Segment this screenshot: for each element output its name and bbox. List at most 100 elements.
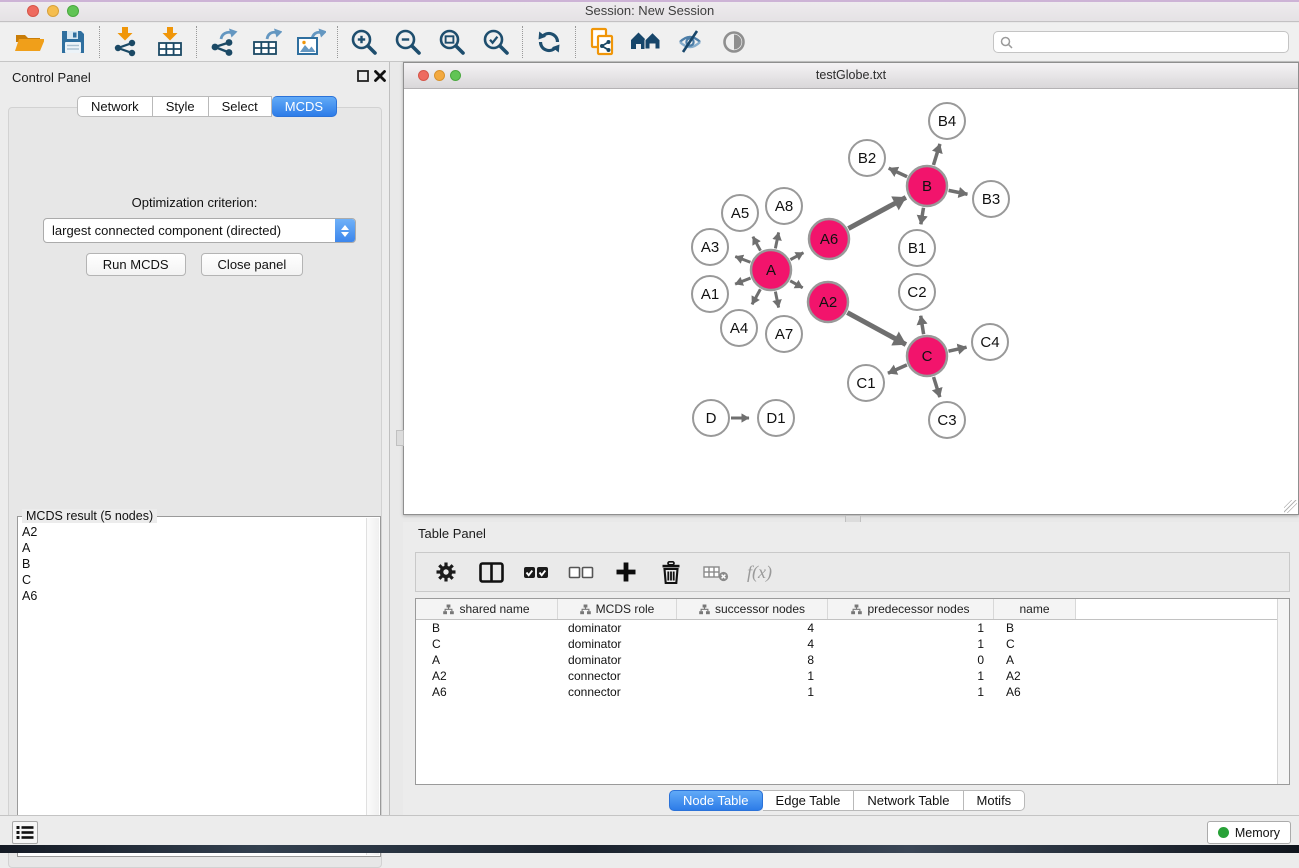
table-row[interactable]: A6connector11A6 <box>416 684 1289 700</box>
network-canvas[interactable]: B4 B2 B B3 A8A5 A6 A3 B1 A C2 A1 A2 A4A7 C4 C C1 C3 D D1 <box>404 89 1298 514</box>
mcds-result-item[interactable]: A6 <box>22 588 366 604</box>
graph-node-A6[interactable]: A6 <box>809 219 849 259</box>
tab-network[interactable]: Network <box>77 96 153 117</box>
graph-edge-A-A2[interactable] <box>790 281 803 288</box>
delete-row-icon[interactable] <box>657 556 685 588</box>
graph-edge-C-C3[interactable] <box>934 377 940 397</box>
function-builder-icon[interactable]: f(x) <box>747 562 772 583</box>
column-header-successor-nodes[interactable]: successor nodes <box>677 599 828 619</box>
export-network-icon[interactable] <box>206 26 240 58</box>
close-panel-icon[interactable] <box>374 70 386 82</box>
graph-edge-B-B2[interactable] <box>889 168 907 177</box>
graph-node-C3[interactable]: C3 <box>929 402 965 438</box>
import-table-icon[interactable] <box>153 26 187 58</box>
graph-edge-A2-C[interactable] <box>847 313 906 345</box>
tab-motifs[interactable]: Motifs <box>964 790 1026 811</box>
graph-node-A8[interactable]: A8 <box>766 188 802 224</box>
tab-style[interactable]: Style <box>153 96 209 117</box>
mcds-result-item[interactable]: A2 <box>22 524 366 540</box>
close-panel-button[interactable]: Close panel <box>201 253 304 276</box>
new-network-from-selection-icon[interactable] <box>585 26 619 58</box>
graph-node-C2[interactable]: C2 <box>899 274 935 310</box>
graph-edge-B-B4[interactable] <box>933 144 939 165</box>
zoom-in-icon[interactable] <box>347 26 381 58</box>
tab-node-table[interactable]: Node Table <box>669 790 763 811</box>
graph-node-C[interactable]: C <box>907 336 947 376</box>
splitter-handle[interactable] <box>396 430 404 446</box>
network-window-titlebar[interactable]: testGlobe.txt <box>404 63 1298 89</box>
export-image-icon[interactable] <box>294 26 328 58</box>
select-all-icon[interactable] <box>522 556 550 588</box>
add-row-icon[interactable] <box>612 556 640 588</box>
graph-edge-C-C1[interactable] <box>888 365 907 373</box>
graph-edge-A-A4[interactable] <box>752 289 760 304</box>
table-scrollbar[interactable] <box>1277 599 1289 784</box>
column-visibility-icon[interactable] <box>477 556 505 588</box>
graph-node-C1[interactable]: C1 <box>848 365 884 401</box>
table-options-icon[interactable] <box>432 556 460 588</box>
zoom-fit-icon[interactable] <box>435 26 469 58</box>
column-header-shared-name[interactable]: shared name <box>416 599 558 619</box>
refresh-icon[interactable] <box>532 26 566 58</box>
graph-node-A7[interactable]: A7 <box>766 316 802 352</box>
table-row[interactable]: Adominator80A <box>416 652 1289 668</box>
graph-edge-B-B3[interactable] <box>949 190 968 194</box>
task-history-button[interactable] <box>12 821 38 844</box>
mcds-result-item[interactable]: C <box>22 572 366 588</box>
graph-edge-A-A5[interactable] <box>753 237 761 251</box>
graph-node-B1[interactable]: B1 <box>899 230 935 266</box>
graph-edge-A-A1[interactable] <box>735 278 750 284</box>
deselect-all-icon[interactable] <box>567 556 595 588</box>
graph-edge-A-A6[interactable] <box>790 253 803 260</box>
graph-edge-A-A8[interactable] <box>775 232 778 248</box>
export-table-icon[interactable] <box>250 26 284 58</box>
graph-node-A[interactable]: A <box>751 250 791 290</box>
mcds-result-item[interactable]: A <box>22 540 366 556</box>
resize-grip[interactable] <box>1284 500 1297 513</box>
save-session-icon[interactable] <box>56 26 90 58</box>
graph-node-A3[interactable]: A3 <box>692 229 728 265</box>
tab-network-table[interactable]: Network Table <box>854 790 963 811</box>
hide-graphics-details-icon[interactable] <box>673 26 707 58</box>
graph-node-B2[interactable]: B2 <box>849 140 885 176</box>
graph-edge-A-A3[interactable] <box>735 257 750 263</box>
graph-node-B[interactable]: B <box>907 166 947 206</box>
graph-node-A2[interactable]: A2 <box>808 282 848 322</box>
graph-node-A4[interactable]: A4 <box>721 310 757 346</box>
tab-select[interactable]: Select <box>209 96 272 117</box>
graph-edge-B-B1[interactable] <box>921 208 924 225</box>
graph-edge-A6-B[interactable] <box>848 197 906 228</box>
graph-node-A5[interactable]: A5 <box>722 195 758 231</box>
graph-node-B4[interactable]: B4 <box>929 103 965 139</box>
graph-edge-C-C2[interactable] <box>921 316 924 335</box>
first-neighbors-icon[interactable] <box>629 26 663 58</box>
mcds-result-item[interactable]: B <box>22 556 366 572</box>
graph-node-A1[interactable]: A1 <box>692 276 728 312</box>
column-header-name[interactable]: name <box>994 599 1076 619</box>
memory-button[interactable]: Memory <box>1207 821 1291 844</box>
mcds-result-scrollbar[interactable] <box>366 518 379 855</box>
tab-mcds[interactable]: MCDS <box>272 96 337 117</box>
search-input[interactable] <box>1017 35 1282 49</box>
zoom-out-icon[interactable] <box>391 26 425 58</box>
delete-table-icon[interactable] <box>702 556 730 588</box>
criterion-dropdown[interactable]: largest connected component (directed) <box>43 218 356 243</box>
graph-edge-A-A7[interactable] <box>775 292 778 308</box>
graph-node-D1[interactable]: D1 <box>758 400 794 436</box>
tab-edge-table[interactable]: Edge Table <box>763 790 855 811</box>
graph-node-C4[interactable]: C4 <box>972 324 1008 360</box>
column-header-mcds-role[interactable]: MCDS role <box>558 599 677 619</box>
table-row[interactable]: A2connector11A2 <box>416 668 1289 684</box>
table-row[interactable]: Bdominator41B <box>416 620 1289 636</box>
graph-node-D[interactable]: D <box>693 400 729 436</box>
import-network-icon[interactable] <box>109 26 143 58</box>
column-header-predecessor-nodes[interactable]: predecessor nodes <box>828 599 994 619</box>
open-session-icon[interactable] <box>12 26 46 58</box>
table-row[interactable]: Cdominator41C <box>416 636 1289 652</box>
graph-edge-C-C4[interactable] <box>948 347 966 351</box>
zoom-selected-icon[interactable] <box>479 26 513 58</box>
graph-node-B3[interactable]: B3 <box>973 181 1009 217</box>
run-mcds-button[interactable]: Run MCDS <box>86 253 186 276</box>
float-panel-icon[interactable] <box>357 70 369 82</box>
show-graphics-details-icon[interactable] <box>717 26 751 58</box>
